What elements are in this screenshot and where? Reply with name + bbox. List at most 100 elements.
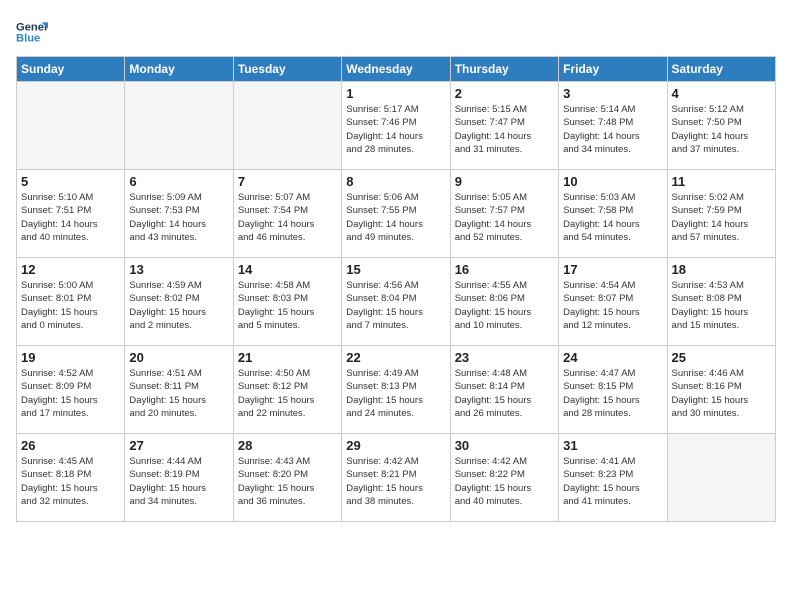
day-info: Sunrise: 5:05 AM Sunset: 7:57 PM Dayligh… (455, 191, 554, 244)
day-number: 24 (563, 350, 662, 365)
day-info: Sunrise: 5:03 AM Sunset: 7:58 PM Dayligh… (563, 191, 662, 244)
day-info: Sunrise: 4:54 AM Sunset: 8:07 PM Dayligh… (563, 279, 662, 332)
page-header: General Blue (16, 16, 776, 48)
day-number: 29 (346, 438, 445, 453)
calendar-cell (233, 82, 341, 170)
day-number: 13 (129, 262, 228, 277)
calendar-cell: 20 Sunrise: 4:51 AM Sunset: 8:11 PM Dayli… (125, 346, 233, 434)
calendar-cell: 19 Sunrise: 4:52 AM Sunset: 8:09 PM Dayli… (17, 346, 125, 434)
calendar-cell (667, 434, 775, 522)
day-number: 12 (21, 262, 120, 277)
day-number: 11 (672, 174, 771, 189)
calendar-cell: 8 Sunrise: 5:06 AM Sunset: 7:55 PM Daylig… (342, 170, 450, 258)
day-number: 10 (563, 174, 662, 189)
day-info: Sunrise: 4:46 AM Sunset: 8:16 PM Dayligh… (672, 367, 771, 420)
calendar-cell: 12Sunrise: 5:00 AM Sunset: 8:01 PM Dayli… (17, 258, 125, 346)
day-info: Sunrise: 4:52 AM Sunset: 8:09 PM Dayligh… (21, 367, 120, 420)
day-info: Sunrise: 4:44 AM Sunset: 8:19 PM Dayligh… (129, 455, 228, 508)
day-info: Sunrise: 4:56 AM Sunset: 8:04 PM Dayligh… (346, 279, 445, 332)
calendar-cell: 2Sunrise: 5:15 AM Sunset: 7:47 PM Daylig… (450, 82, 558, 170)
week-row-2: 5 Sunrise: 5:10 AM Sunset: 7:51 PM Daylig… (17, 170, 776, 258)
day-info: Sunrise: 5:12 AM Sunset: 7:50 PM Dayligh… (672, 103, 771, 156)
day-info: Sunrise: 4:50 AM Sunset: 8:12 PM Dayligh… (238, 367, 337, 420)
day-number: 16 (455, 262, 554, 277)
calendar-cell: 23 Sunrise: 4:48 AM Sunset: 8:14 PM Dayli… (450, 346, 558, 434)
calendar-cell: 18 Sunrise: 4:53 AM Sunset: 8:08 PM Dayli… (667, 258, 775, 346)
day-number: 21 (238, 350, 337, 365)
day-number: 19 (21, 350, 120, 365)
day-number: 1 (346, 86, 445, 101)
day-info: Sunrise: 4:59 AM Sunset: 8:02 PM Dayligh… (129, 279, 228, 332)
day-info: Sunrise: 4:48 AM Sunset: 8:14 PM Dayligh… (455, 367, 554, 420)
day-header-thursday: Thursday (450, 57, 558, 82)
calendar-cell: 25 Sunrise: 4:46 AM Sunset: 8:16 PM Dayli… (667, 346, 775, 434)
svg-text:Blue: Blue (16, 33, 40, 45)
calendar-cell (17, 82, 125, 170)
day-number: 27 (129, 438, 228, 453)
day-number: 2 (455, 86, 554, 101)
day-number: 31 (563, 438, 662, 453)
day-info: Sunrise: 5:07 AM Sunset: 7:54 PM Dayligh… (238, 191, 337, 244)
day-info: Sunrise: 5:10 AM Sunset: 7:51 PM Dayligh… (21, 191, 120, 244)
day-number: 14 (238, 262, 337, 277)
day-info: Sunrise: 4:51 AM Sunset: 8:11 PM Dayligh… (129, 367, 228, 420)
day-info: Sunrise: 4:43 AM Sunset: 8:20 PM Dayligh… (238, 455, 337, 508)
day-number: 20 (129, 350, 228, 365)
calendar-cell: 13 Sunrise: 4:59 AM Sunset: 8:02 PM Dayli… (125, 258, 233, 346)
day-header-tuesday: Tuesday (233, 57, 341, 82)
calendar-cell: 7 Sunrise: 5:07 AM Sunset: 7:54 PM Daylig… (233, 170, 341, 258)
calendar-body: 1 Sunrise: 5:17 AM Sunset: 7:46 PM Daylig… (17, 82, 776, 522)
calendar-cell: 6Sunrise: 5:09 AM Sunset: 7:53 PM Daylig… (125, 170, 233, 258)
day-info: Sunrise: 4:47 AM Sunset: 8:15 PM Dayligh… (563, 367, 662, 420)
calendar-cell: 11 Sunrise: 5:02 AM Sunset: 7:59 PM Dayli… (667, 170, 775, 258)
day-info: Sunrise: 4:42 AM Sunset: 8:22 PM Dayligh… (455, 455, 554, 508)
day-number: 25 (672, 350, 771, 365)
calendar-cell: 31Sunrise: 4:41 AM Sunset: 8:23 PM Dayli… (559, 434, 667, 522)
day-info: Sunrise: 5:02 AM Sunset: 7:59 PM Dayligh… (672, 191, 771, 244)
day-info: Sunrise: 5:06 AM Sunset: 7:55 PM Dayligh… (346, 191, 445, 244)
calendar-cell: 30Sunrise: 4:42 AM Sunset: 8:22 PM Dayli… (450, 434, 558, 522)
day-info: Sunrise: 4:55 AM Sunset: 8:06 PM Dayligh… (455, 279, 554, 332)
day-info: Sunrise: 5:14 AM Sunset: 7:48 PM Dayligh… (563, 103, 662, 156)
day-number: 17 (563, 262, 662, 277)
calendar-cell: 14 Sunrise: 4:58 AM Sunset: 8:03 PM Dayli… (233, 258, 341, 346)
calendar-cell (125, 82, 233, 170)
day-number: 5 (21, 174, 120, 189)
day-info: Sunrise: 4:42 AM Sunset: 8:21 PM Dayligh… (346, 455, 445, 508)
day-info: Sunrise: 4:58 AM Sunset: 8:03 PM Dayligh… (238, 279, 337, 332)
week-row-5: 26Sunrise: 4:45 AM Sunset: 8:18 PM Dayli… (17, 434, 776, 522)
week-row-1: 1 Sunrise: 5:17 AM Sunset: 7:46 PM Daylig… (17, 82, 776, 170)
logo-icon: General Blue (16, 16, 48, 48)
day-number: 8 (346, 174, 445, 189)
calendar-cell: 28Sunrise: 4:43 AM Sunset: 8:20 PM Dayli… (233, 434, 341, 522)
day-number: 22 (346, 350, 445, 365)
calendar-cell: 26Sunrise: 4:45 AM Sunset: 8:18 PM Dayli… (17, 434, 125, 522)
day-header-saturday: Saturday (667, 57, 775, 82)
calendar-cell: 1 Sunrise: 5:17 AM Sunset: 7:46 PM Daylig… (342, 82, 450, 170)
calendar-cell: 17 Sunrise: 4:54 AM Sunset: 8:07 PM Dayli… (559, 258, 667, 346)
day-number: 18 (672, 262, 771, 277)
calendar-cell: 3Sunrise: 5:14 AM Sunset: 7:48 PM Daylig… (559, 82, 667, 170)
day-number: 26 (21, 438, 120, 453)
day-number: 23 (455, 350, 554, 365)
calendar-cell: 21 Sunrise: 4:50 AM Sunset: 8:12 PM Dayli… (233, 346, 341, 434)
calendar-cell: 29 Sunrise: 4:42 AM Sunset: 8:21 PM Dayli… (342, 434, 450, 522)
logo: General Blue (16, 16, 52, 48)
day-number: 7 (238, 174, 337, 189)
calendar-cell: 5 Sunrise: 5:10 AM Sunset: 7:51 PM Daylig… (17, 170, 125, 258)
calendar-table: SundayMondayTuesdayWednesdayThursdayFrid… (16, 56, 776, 522)
day-header-monday: Monday (125, 57, 233, 82)
day-number: 4 (672, 86, 771, 101)
calendar-cell: 15 Sunrise: 4:56 AM Sunset: 8:04 PM Dayli… (342, 258, 450, 346)
calendar-cell: 4 Sunrise: 5:12 AM Sunset: 7:50 PM Daylig… (667, 82, 775, 170)
day-info: Sunrise: 5:17 AM Sunset: 7:46 PM Dayligh… (346, 103, 445, 156)
day-header-wednesday: Wednesday (342, 57, 450, 82)
day-number: 15 (346, 262, 445, 277)
calendar-cell: 22Sunrise: 4:49 AM Sunset: 8:13 PM Dayli… (342, 346, 450, 434)
day-header-friday: Friday (559, 57, 667, 82)
day-number: 9 (455, 174, 554, 189)
day-header-sunday: Sunday (17, 57, 125, 82)
calendar-cell: 16 Sunrise: 4:55 AM Sunset: 8:06 PM Dayli… (450, 258, 558, 346)
day-info: Sunrise: 4:53 AM Sunset: 8:08 PM Dayligh… (672, 279, 771, 332)
calendar-header-row: SundayMondayTuesdayWednesdayThursdayFrid… (17, 57, 776, 82)
